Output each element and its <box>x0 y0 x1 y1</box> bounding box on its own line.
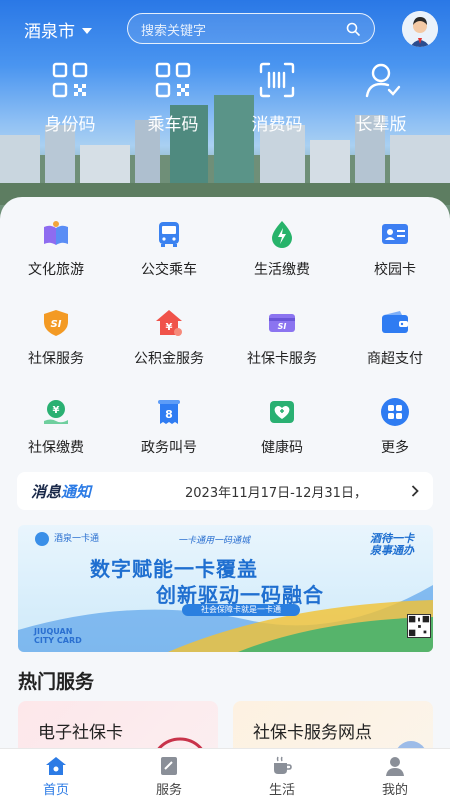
grid-label: 生活缴费 <box>254 262 310 278</box>
tab-label: 我的 <box>381 783 408 798</box>
grid-item-bus[interactable]: 公交乘车 <box>113 219 225 279</box>
grid-item-health-code[interactable]: 健康码 <box>226 397 338 457</box>
banner-brand-1: JIUQUAN <box>34 627 73 636</box>
grid-item-utilities[interactable]: 生活缴费 <box>226 219 338 279</box>
quick-code-bar: 身份码 乘车码 消费码 长辈版 <box>0 60 450 140</box>
notice-bar[interactable]: 消息通知 2023年11月17日-12月31日， <box>17 472 433 510</box>
hot-card-label: 电子社保卡 <box>38 723 123 743</box>
grid-item-culture-tourism[interactable]: 文化旅游 <box>0 219 112 279</box>
banner-brand-2: CITY CARD <box>34 636 82 645</box>
user-icon <box>386 757 404 776</box>
avatar[interactable] <box>402 11 438 47</box>
book-icon <box>44 221 68 245</box>
grid-label: 社保服务 <box>28 351 84 367</box>
hot-services-title: 热门服务 <box>18 671 95 693</box>
code-label: 消费码 <box>251 115 303 135</box>
city-selector[interactable]: 酒泉市 <box>24 17 92 42</box>
svg-text:SI: SI <box>51 319 62 330</box>
grid-label: 商超支付 <box>367 351 423 367</box>
grid-item-si-payment[interactable]: ¥ 社保缴费 <box>0 397 112 457</box>
banner-headline-1: 数字赋能一卡覆盖 <box>90 557 258 581</box>
code-label: 乘车码 <box>147 115 199 135</box>
svg-text:¥: ¥ <box>166 322 173 333</box>
grid-item-housing-fund[interactable]: ¥ 公积金服务 <box>113 308 225 368</box>
grid-label: 更多 <box>381 440 409 456</box>
more-grid-icon <box>381 398 409 426</box>
qr-code-icon <box>155 62 191 98</box>
notice-text: 2023年11月17日-12月31日， <box>185 486 367 501</box>
banner-slogan: 酒待一卡 泉事通办 <box>370 533 414 557</box>
home-icon <box>46 757 66 775</box>
tab-label: 生活 <box>268 783 295 798</box>
pay-code-button[interactable]: 消费码 <box>227 60 327 135</box>
grid-item-campus-card[interactable]: 校园卡 <box>339 219 450 279</box>
grid-item-si-card-service[interactable]: SI 社保卡服务 <box>226 308 338 368</box>
grid-label: 政务叫号 <box>141 440 197 456</box>
bottom-nav: 首页 服务 生活 我的 <box>0 748 450 800</box>
tab-mine[interactable]: 我的 <box>355 755 435 798</box>
grid-label: 社保卡服务 <box>247 351 317 367</box>
grid-label: 社保缴费 <box>28 440 84 456</box>
svg-text:8: 8 <box>165 408 173 421</box>
grid-item-more[interactable]: 更多 <box>339 397 450 457</box>
promo-banner[interactable]: 酒泉一卡通 一卡通用一码通城 数字赋能一卡覆盖 创新驱动一码融合 社会保障卡就是… <box>18 525 433 652</box>
notice-tag: 消息通知 <box>31 481 91 502</box>
grid-item-queue[interactable]: 8 政务叫号 <box>113 397 225 457</box>
chevron-down-icon <box>82 27 92 34</box>
id-card-icon <box>382 224 408 244</box>
grid-label: 公积金服务 <box>134 351 204 367</box>
tab-life[interactable]: 生活 <box>242 755 322 798</box>
wallet-icon <box>382 311 408 333</box>
grid-label: 健康码 <box>261 440 303 456</box>
qr-pattern-icon <box>408 615 430 637</box>
water-drop-icon <box>272 221 292 248</box>
city-name: 酒泉市 <box>24 22 75 42</box>
user-avatar-icon <box>402 11 438 47</box>
service-icon <box>161 757 177 775</box>
yuan-hand-icon: ¥ <box>44 400 68 424</box>
ride-code-button[interactable]: 乘车码 <box>123 60 223 135</box>
notice-tag-part2: 通知 <box>61 483 92 501</box>
house-fund-icon: ¥ <box>156 310 182 336</box>
banner-pill: 社会保障卡就是一卡通 <box>182 604 300 616</box>
code-label: 长辈版 <box>355 115 407 135</box>
tab-label: 首页 <box>42 783 69 798</box>
search-icon <box>346 22 360 36</box>
code-label: 身份码 <box>44 115 96 135</box>
svg-text:SI: SI <box>278 322 287 331</box>
cup-icon <box>274 756 292 774</box>
svg-text:¥: ¥ <box>53 405 60 416</box>
grid-label: 公交乘车 <box>141 262 197 278</box>
notice-tag-part1: 消息 <box>31 483 62 501</box>
chevron-right-icon <box>411 485 419 497</box>
grid-label: 校园卡 <box>374 262 416 278</box>
elder-user-icon <box>365 63 401 98</box>
banner-brand: JIUQUAN CITY CARD <box>34 627 82 645</box>
banner-logo-text: 酒泉一卡通 <box>54 534 100 544</box>
id-code-button[interactable]: 身份码 <box>20 60 120 135</box>
shield-icon: SI <box>44 310 68 336</box>
queue-number-icon: 8 <box>158 400 180 424</box>
tab-label: 服务 <box>155 783 182 798</box>
hot-card-label: 社保卡服务网点 <box>253 723 372 743</box>
elder-mode-button[interactable]: 长辈版 <box>331 60 431 135</box>
banner-small-title: 一卡通用一码通城 <box>178 536 251 546</box>
search-input[interactable]: 搜索关键字 <box>127 13 375 44</box>
health-code-icon <box>270 401 294 423</box>
si-card-icon: SI <box>269 314 295 332</box>
banner-slogan-2: 泉事通办 <box>370 544 414 557</box>
search-placeholder: 搜索关键字 <box>141 24 207 39</box>
grid-item-store-payment[interactable]: 商超支付 <box>339 308 450 368</box>
scan-icon <box>259 62 295 98</box>
grid-label: 文化旅游 <box>28 262 84 278</box>
qr-code-image <box>407 614 431 638</box>
grid-item-social-security[interactable]: SI 社保服务 <box>0 308 112 368</box>
tab-home[interactable]: 首页 <box>16 755 96 798</box>
tab-services[interactable]: 服务 <box>129 755 209 798</box>
top-bar: 酒泉市 搜索关键字 <box>0 0 450 58</box>
qr-code-icon <box>52 62 88 98</box>
bus-icon <box>159 222 179 247</box>
